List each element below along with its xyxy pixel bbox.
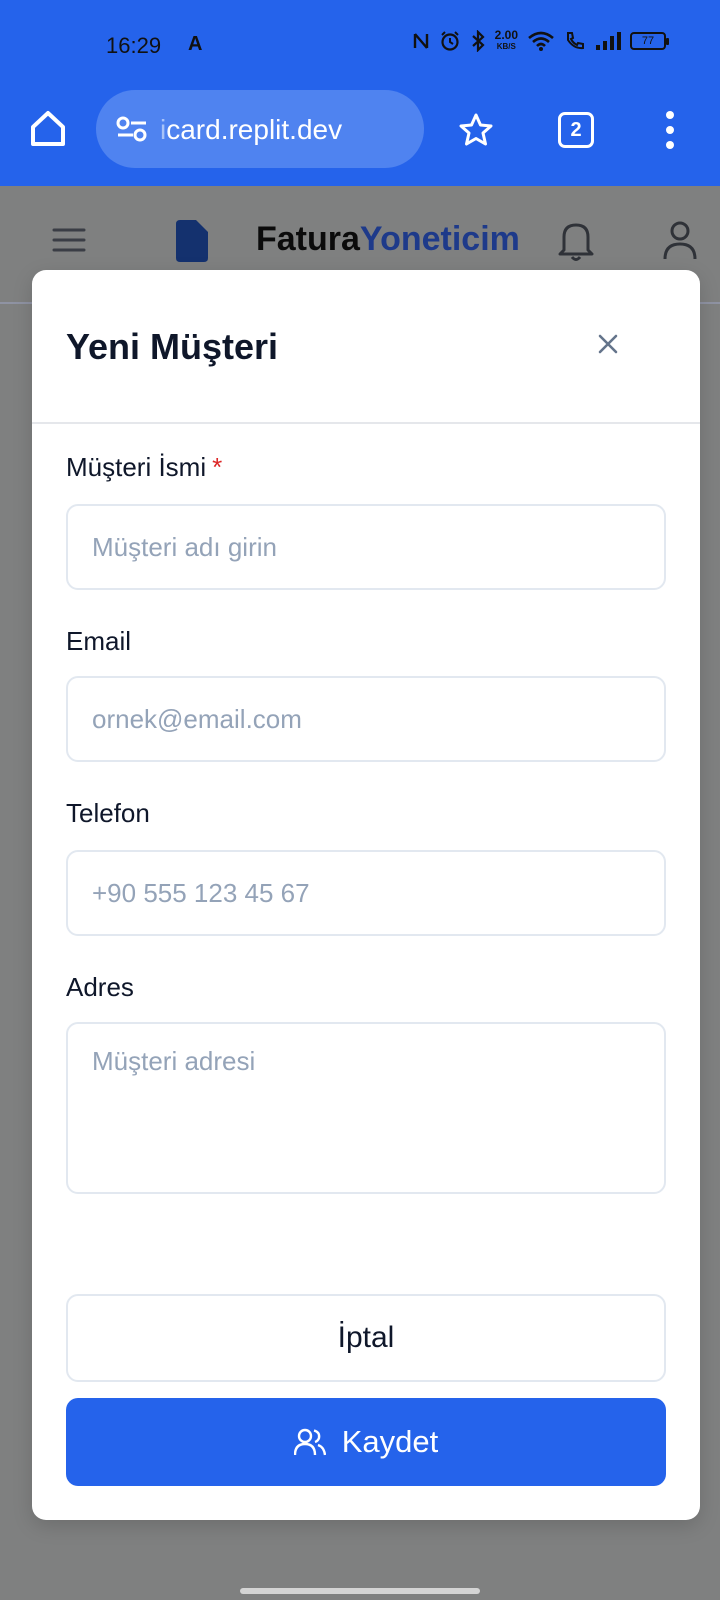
site-settings-icon[interactable]: [116, 116, 148, 142]
home-icon[interactable]: [28, 108, 68, 148]
network-speed: 2.00 KB/S: [494, 28, 518, 51]
customer-name-input[interactable]: [66, 504, 666, 590]
alarm-icon: [440, 31, 459, 51]
new-customer-dialog: Yeni Müşteri Müşteri İsmi* Email Telefon…: [32, 270, 700, 1520]
a-notification-icon: A: [188, 33, 203, 55]
battery-icon: 77: [630, 32, 669, 50]
tabs-icon[interactable]: 2: [558, 112, 594, 148]
brand-logo[interactable]: FaturaYoneticim: [256, 220, 520, 259]
phone-label: Telefon: [66, 798, 150, 828]
email-label: Email: [66, 626, 132, 656]
bookmark-star-icon[interactable]: [458, 112, 494, 148]
phone-input[interactable]: [66, 850, 666, 936]
users-icon: [293, 1428, 326, 1456]
wifi-icon: [528, 31, 554, 51]
customer-name-label: Müşteri İsmi *: [66, 452, 223, 482]
status-icons: 2.00 KB/S 77: [412, 28, 669, 52]
save-button[interactable]: Kaydet: [66, 1398, 666, 1486]
menu-icon[interactable]: [52, 226, 86, 254]
user-icon[interactable]: [662, 220, 698, 260]
bell-icon[interactable]: [556, 218, 596, 262]
document-icon: [176, 220, 208, 262]
close-icon[interactable]: [592, 328, 624, 360]
dialog-title: Yeni Müşteri: [66, 326, 279, 367]
dialog-header: Yeni Müşteri: [32, 270, 700, 424]
cancel-button[interactable]: İptal: [66, 1294, 666, 1382]
required-asterisk: *: [212, 452, 223, 482]
address-textarea[interactable]: [66, 1022, 666, 1194]
email-input[interactable]: [66, 676, 666, 762]
url-text[interactable]: icard.replit.dev: [160, 114, 342, 146]
browser-chrome: 16:29 A 2.00 KB/S 77 icard.replit.dev 2: [0, 0, 720, 186]
bluetooth-icon: [471, 30, 485, 52]
save-button-label: Kaydet: [341, 1424, 439, 1459]
more-vert-icon[interactable]: [662, 110, 678, 150]
status-time: 16:29: [106, 33, 162, 58]
gesture-bar[interactable]: [240, 1588, 480, 1594]
address-label: Adres: [66, 972, 134, 1002]
wifi-call-icon: [567, 32, 584, 50]
url-bar[interactable]: icard.replit.dev: [96, 90, 424, 168]
nfc-icon: [413, 33, 428, 49]
signal-icon: [596, 32, 621, 50]
